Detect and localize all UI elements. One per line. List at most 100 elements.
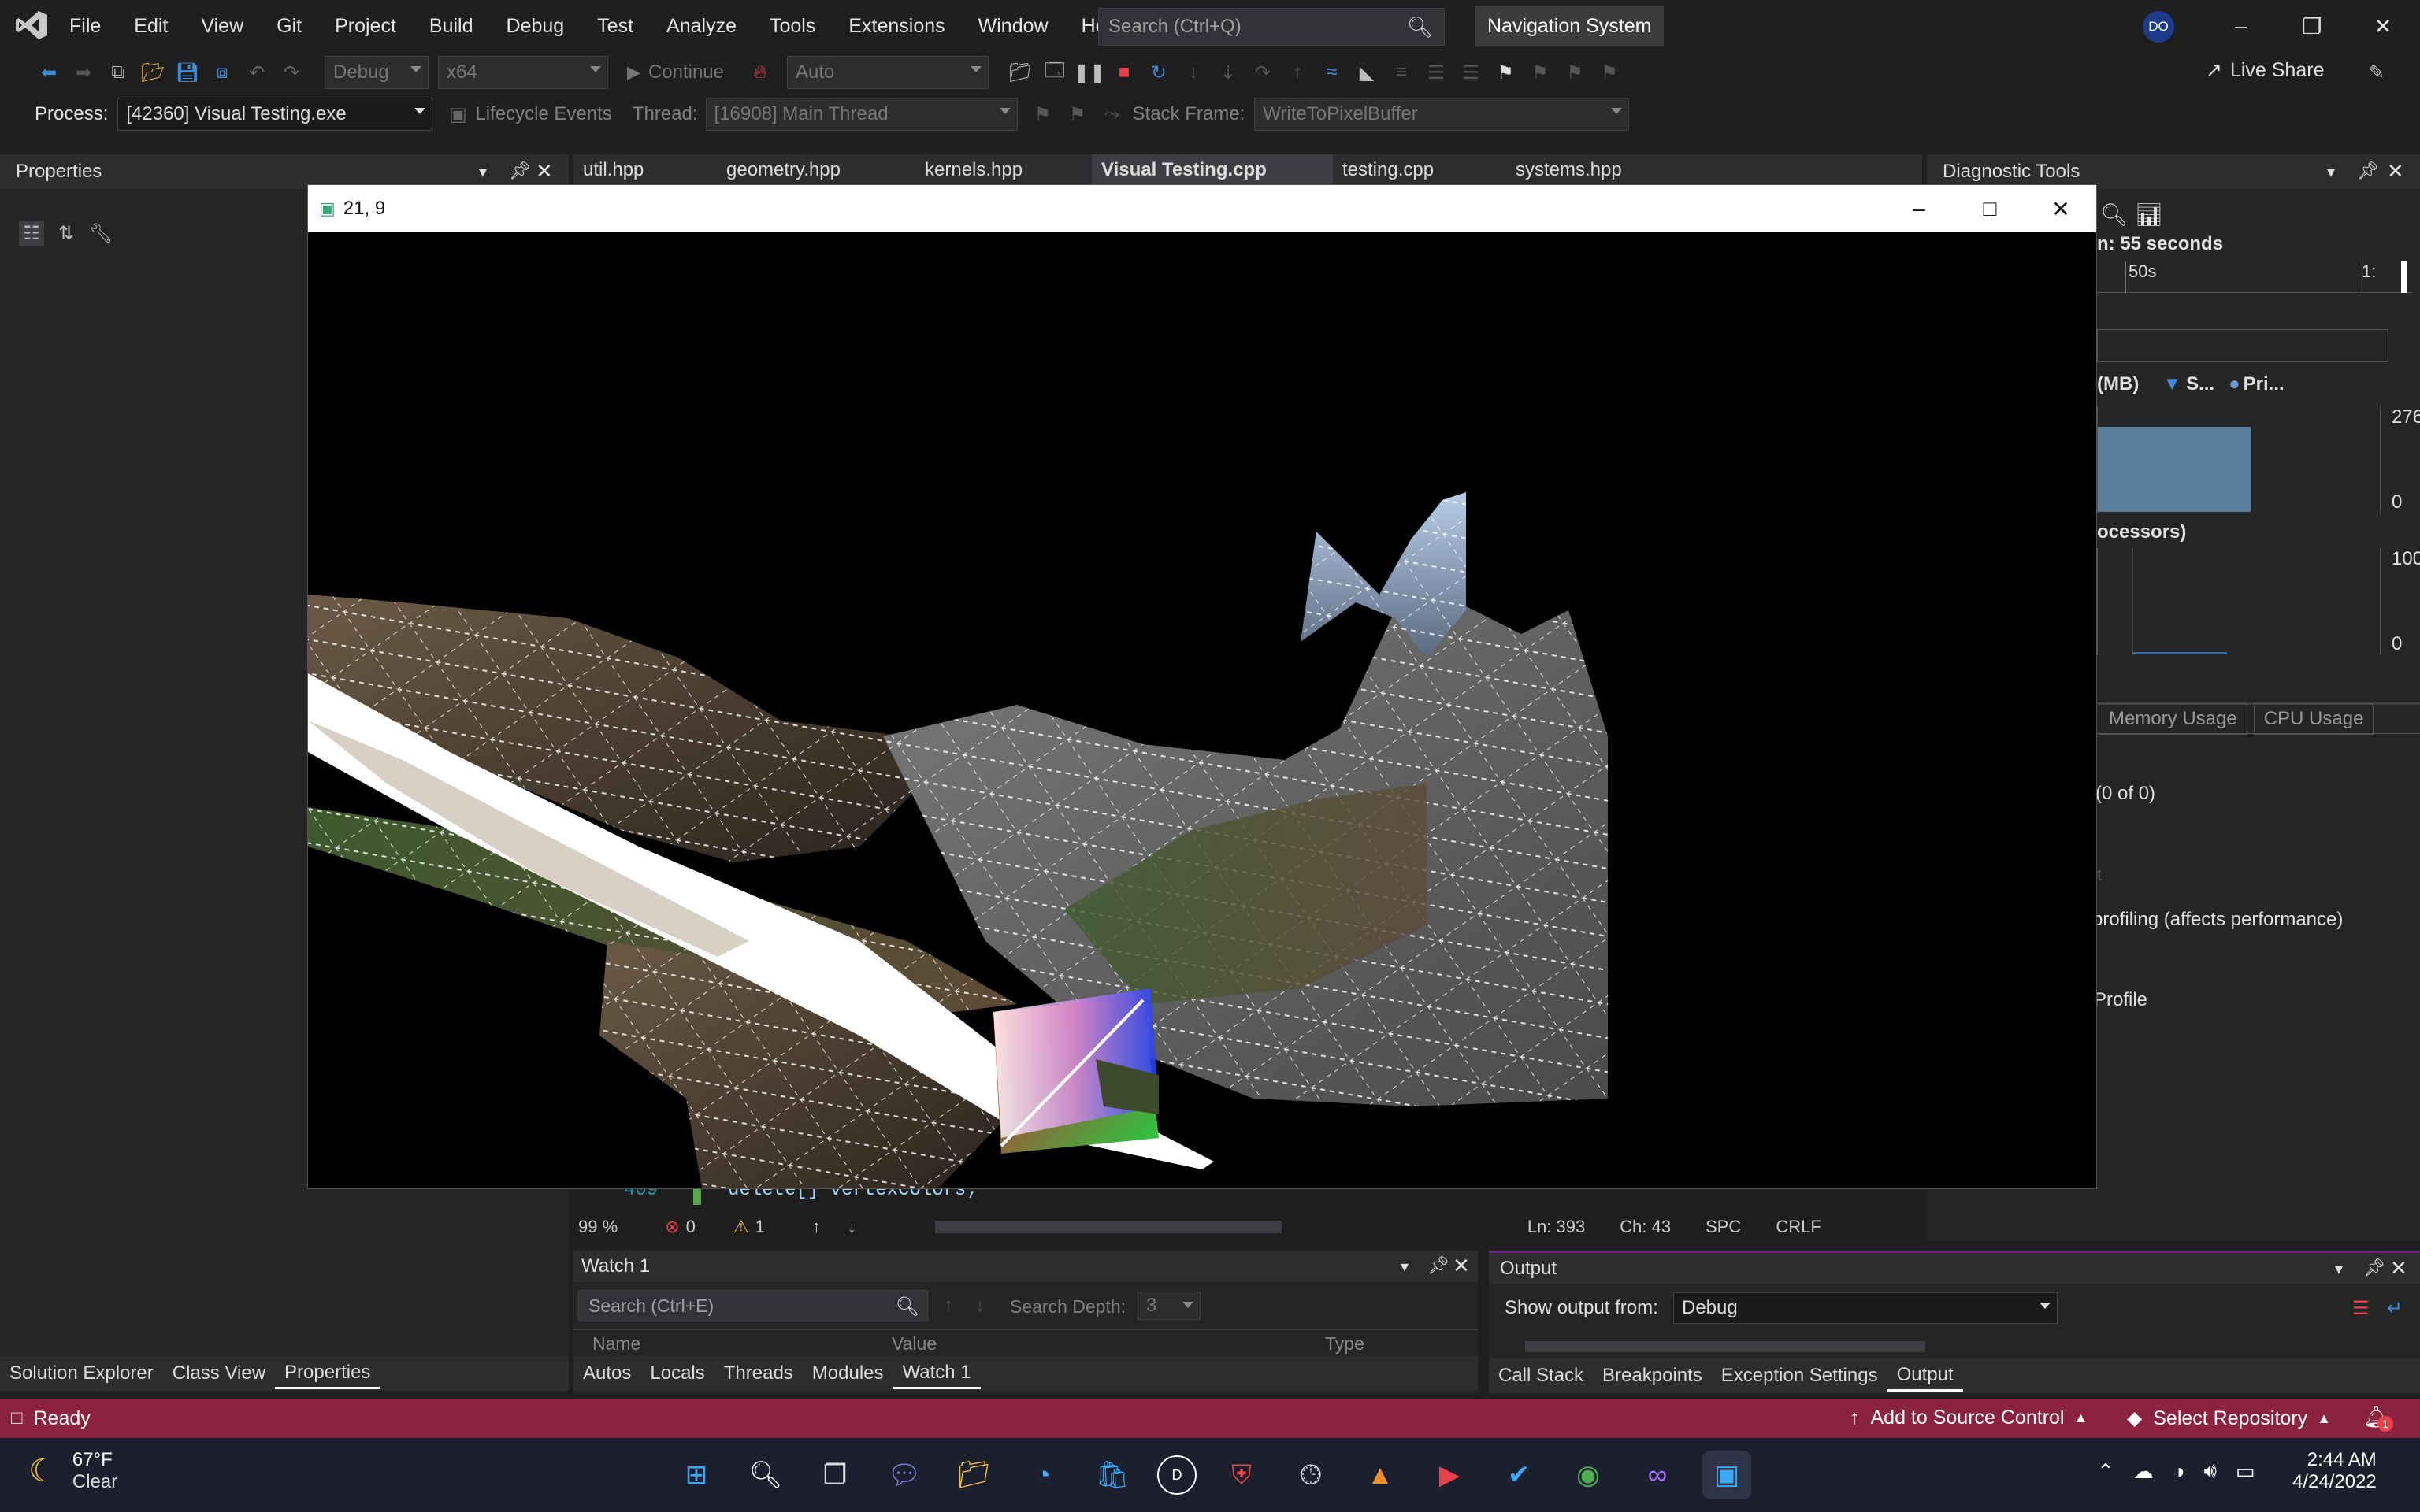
dropdown-icon[interactable]: ▾ xyxy=(2335,1259,2343,1279)
restore-icon[interactable]: ❐ xyxy=(2277,2,2348,50)
add-source-control-button[interactable]: ↑ Add to Source Control ▲ xyxy=(1850,1406,2088,1429)
file-explorer-icon[interactable]: 📁︎ xyxy=(949,1451,998,1499)
diagnostics-icon[interactable]: ≈ xyxy=(1319,60,1345,85)
error-count[interactable]: 0 xyxy=(686,1217,696,1237)
hot-reload-icon[interactable]: 🔥︎ xyxy=(748,60,773,85)
alphabetical-icon[interactable]: ⇅ xyxy=(54,220,79,246)
bookmark-clear-icon[interactable]: ⚑ xyxy=(1597,60,1622,85)
todo-icon[interactable]: ✔ xyxy=(1494,1451,1543,1499)
property-pages-icon[interactable]: 🔧︎ xyxy=(88,220,113,246)
store-icon[interactable]: 🛍︎ xyxy=(1088,1451,1137,1499)
close-icon[interactable]: ✕ xyxy=(2348,2,2418,50)
menu-test[interactable]: Test xyxy=(597,15,633,38)
search-input[interactable]: Search (Ctrl+Q) 🔍︎ xyxy=(1098,8,1445,46)
menu-tools[interactable]: Tools xyxy=(770,15,815,38)
chrome-icon[interactable]: ◉ xyxy=(1564,1451,1613,1499)
chat-icon[interactable]: 💬︎ xyxy=(880,1451,929,1499)
tab-breakpoints[interactable]: Breakpoints xyxy=(1593,1360,1712,1392)
dropdown-icon[interactable]: ▾ xyxy=(2327,162,2335,182)
toggle-icon[interactable]: ⤳ xyxy=(1100,102,1125,127)
select-repository-button[interactable]: ◆ Select Repository ▲ xyxy=(2127,1406,2331,1430)
search-down-icon[interactable]: ↓ xyxy=(975,1295,985,1317)
search-up-icon[interactable]: ↑ xyxy=(944,1295,953,1317)
tab-memory-usage[interactable]: Memory Usage xyxy=(2099,703,2247,735)
bookmark-prev-icon[interactable]: ⚑ xyxy=(1527,60,1553,85)
forward-icon[interactable]: ➡ xyxy=(71,60,96,85)
next-issue-icon[interactable]: ↓ xyxy=(848,1217,856,1237)
whitespace-indicator[interactable]: SPC xyxy=(1706,1217,1741,1237)
platform-select[interactable]: x64 xyxy=(438,56,608,89)
vlc-icon[interactable]: ▲ xyxy=(1356,1451,1405,1499)
thread-select[interactable]: [16908] Main Thread xyxy=(705,98,1018,131)
minimize-icon[interactable]: – xyxy=(2206,2,2277,50)
breakpoint-icon[interactable]: ◣ xyxy=(1354,60,1379,85)
tab-threads[interactable]: Threads xyxy=(714,1358,803,1389)
menu-git[interactable]: Git xyxy=(277,15,302,38)
output-source-select[interactable]: Debug xyxy=(1673,1292,2058,1324)
weather-widget[interactable]: ☾ 67°F Clear xyxy=(28,1449,117,1493)
step-back-icon[interactable]: ↷ xyxy=(1250,60,1275,85)
output-scrollbar[interactable] xyxy=(1525,1341,1925,1352)
render-canvas[interactable] xyxy=(308,232,2096,1188)
close-icon[interactable]: ✕ xyxy=(2025,185,2096,232)
volume-icon[interactable]: 🔊︎ xyxy=(2204,1458,2217,1484)
col-value[interactable]: Value xyxy=(892,1333,1325,1354)
bookmark-icon[interactable]: ⚑ xyxy=(1493,60,1518,85)
configuration-select[interactable]: Debug xyxy=(325,56,429,89)
visual-studio-logo-icon[interactable] xyxy=(14,9,49,45)
menu-window[interactable]: Window xyxy=(978,15,1049,38)
render-window-titlebar[interactable]: ▣ 21, 9 – □ ✕ xyxy=(308,185,2096,232)
tab-geometry[interactable]: geometry.hpp xyxy=(717,154,915,186)
lifecycle-events[interactable]: Lifecycle Events xyxy=(475,103,611,125)
flag-all-icon[interactable]: ⚑ xyxy=(1065,102,1090,127)
tab-watch-1[interactable]: Watch 1 xyxy=(893,1358,981,1389)
open-folder-icon[interactable]: 📂︎ xyxy=(140,60,165,85)
close-panel-icon[interactable]: ✕ xyxy=(2387,159,2404,183)
pin-icon[interactable]: 📌︎ xyxy=(2363,1258,2385,1278)
render-window[interactable]: ▣ 21, 9 – □ ✕ xyxy=(307,184,2097,1189)
menu-build[interactable]: Build xyxy=(429,15,473,38)
step-out-icon[interactable]: ↑ xyxy=(1285,60,1310,85)
tab-class-view[interactable]: Class View xyxy=(163,1358,275,1389)
redo-icon[interactable]: ↷ xyxy=(279,60,304,85)
tab-output[interactable]: Output xyxy=(1887,1360,1963,1392)
bookmark-next-icon[interactable]: ⚑ xyxy=(1562,60,1587,85)
save-icon[interactable]: 💾︎ xyxy=(175,60,200,85)
pause-icon[interactable]: ❚❚ xyxy=(1074,60,1105,85)
auto-select[interactable]: Auto xyxy=(787,56,989,89)
save-all-icon[interactable]: ⧈ xyxy=(210,60,235,85)
visual-studio-icon[interactable]: ∞ xyxy=(1633,1451,1682,1499)
pin-icon[interactable]: 📌︎ xyxy=(509,161,531,181)
tab-properties[interactable]: Properties xyxy=(275,1358,380,1389)
edge-icon[interactable]: ◔ xyxy=(1019,1451,1067,1499)
new-project-icon[interactable]: ⧉ xyxy=(106,60,131,85)
minimize-icon[interactable]: – xyxy=(1884,185,1954,232)
stack-frame-select[interactable]: WriteToPixelBuffer xyxy=(1254,98,1630,131)
categorized-icon[interactable]: ☷ xyxy=(19,220,44,246)
mcafee-icon[interactable]: ⛨ xyxy=(1217,1451,1266,1499)
maximize-icon[interactable]: □ xyxy=(1954,185,2025,232)
line-ending-indicator[interactable]: CRLF xyxy=(1776,1217,1821,1237)
layers-icon[interactable]: ≡ xyxy=(1389,60,1414,85)
undo-icon[interactable]: ↶ xyxy=(244,60,269,85)
menu-project[interactable]: Project xyxy=(335,15,396,38)
close-panel-icon[interactable]: ✕ xyxy=(536,159,553,183)
word-wrap-icon[interactable]: ↵ xyxy=(2387,1297,2403,1320)
task-view-icon[interactable]: ❐ xyxy=(811,1451,859,1499)
profile-option[interactable]: Profile xyxy=(2094,989,2147,1011)
tab-visual-testing[interactable]: Visual Testing.cpp xyxy=(1092,154,1333,186)
find-in-files-icon[interactable]: 📁︎ xyxy=(1008,60,1033,85)
menu-view[interactable]: View xyxy=(201,15,243,38)
search-icon[interactable]: 🔍︎ xyxy=(741,1451,790,1499)
tab-systems[interactable]: systems.hpp xyxy=(1506,154,1680,186)
tab-exception-settings[interactable]: Exception Settings xyxy=(1712,1360,1887,1392)
col-name[interactable]: Name xyxy=(592,1333,892,1354)
flag-thread-icon[interactable]: ⚑ xyxy=(1030,102,1056,127)
menu-file[interactable]: File xyxy=(69,15,101,38)
warning-count[interactable]: 1 xyxy=(755,1217,765,1237)
tab-autos[interactable]: Autos xyxy=(573,1358,640,1389)
cloud-icon[interactable]: ☁ xyxy=(2133,1459,2154,1484)
live-share-button[interactable]: ↗ Live Share xyxy=(2206,58,2324,82)
clock-icon[interactable]: 🕒︎ xyxy=(1286,1451,1335,1499)
tab-cpu-usage[interactable]: CPU Usage xyxy=(2253,703,2374,735)
